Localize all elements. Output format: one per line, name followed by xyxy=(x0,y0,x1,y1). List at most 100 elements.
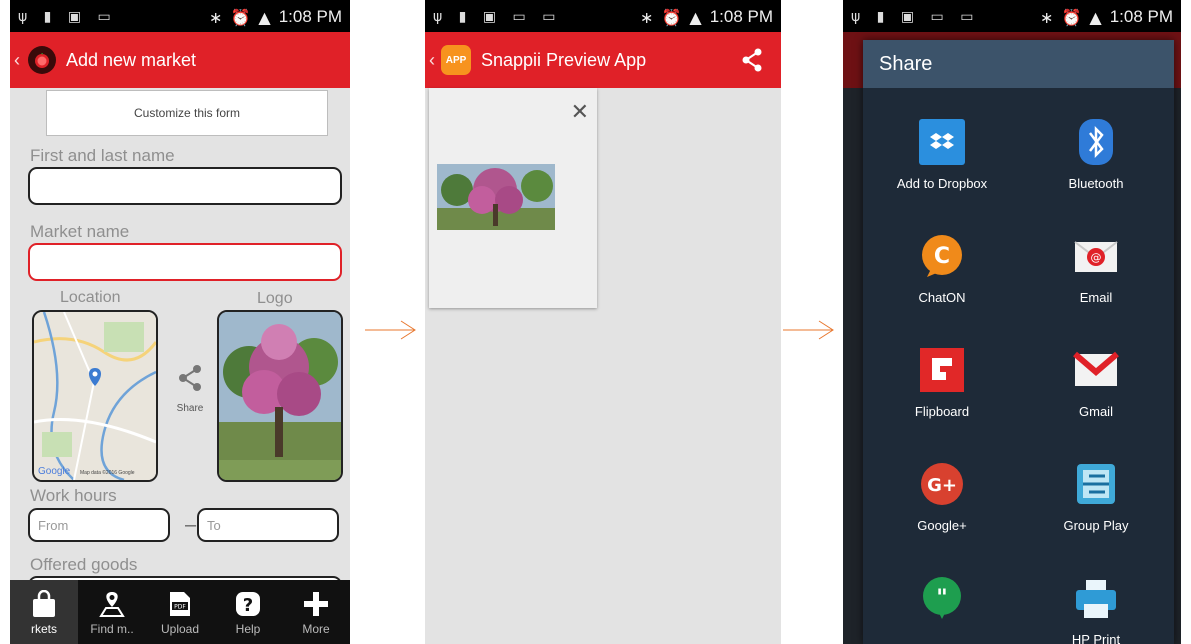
google-plus-icon: G+ xyxy=(918,460,966,508)
google-map-credit: Google xyxy=(38,466,71,477)
close-icon[interactable]: ✕ xyxy=(571,100,589,125)
share-target-bluetooth[interactable]: Bluetooth xyxy=(1021,118,1171,191)
notification-icons: ψ ▮ ▣ ▭ ▭ xyxy=(433,9,562,25)
notification-icons: ψ ▮ ▣ ▭ ▭ xyxy=(851,9,980,25)
share-target-hangouts[interactable]: " xyxy=(867,574,1017,632)
tab-label: Find m.. xyxy=(90,622,134,636)
gmail-icon xyxy=(1072,346,1120,394)
group-play-icon xyxy=(1072,460,1120,508)
screen-title: Add new market xyxy=(66,49,197,70)
preview-app-screen: ψ ▮ ▣ ▭ ▭ ∗ ⏰ ▲ 1:08 PM ‹ APP Snappii Pr… xyxy=(425,0,781,644)
shopping-bag-icon xyxy=(10,586,78,622)
offered-goods-label: Offered goods xyxy=(30,555,138,574)
signal-icon: ▲ xyxy=(1089,7,1102,27)
screen-title: Snappii Preview App xyxy=(481,49,647,70)
status-right: ∗ ⏰ ▲ 1:08 PM xyxy=(1040,7,1173,27)
flow-arrow-icon xyxy=(365,320,416,340)
alarm-icon: ⏰ xyxy=(230,7,251,27)
signal-icon: ▲ xyxy=(689,7,702,27)
share-label: Share xyxy=(176,403,204,414)
share-target-flipboard[interactable]: Flipboard xyxy=(867,346,1017,419)
bottom-tab-bar: rkets Find m.. PDF Upload ? Help More xyxy=(10,580,350,644)
image-preview-card: ✕ xyxy=(429,88,597,308)
notification-icons: ψ ▮ ▣ ▭ xyxy=(18,9,117,25)
location-label: Location xyxy=(60,289,121,306)
share-target-group-play[interactable]: Group Play xyxy=(1021,460,1171,533)
share-target-label: Add to Dropbox xyxy=(896,176,988,191)
svg-text:@: @ xyxy=(1091,251,1102,264)
share-icon xyxy=(179,365,201,391)
svg-text:C: C xyxy=(934,244,950,269)
to-time-input[interactable]: To xyxy=(197,508,339,542)
tab-label: More xyxy=(302,622,330,636)
tab-help[interactable]: ? Help xyxy=(214,580,282,644)
preview-image[interactable] xyxy=(437,164,555,230)
share-target-hp-print[interactable]: HP Print xyxy=(1021,574,1171,644)
tab-upload[interactable]: PDF Upload xyxy=(146,580,214,644)
bluetooth-icon xyxy=(1072,118,1120,166)
share-icon[interactable] xyxy=(741,48,763,77)
share-target-label: Gmail xyxy=(1079,404,1113,419)
share-target-label: ChatON xyxy=(918,290,966,305)
share-dialog-screen: ψ ▮ ▣ ▭ ▭ ∗ ⏰ ▲ 1:08 PM Share Add to Dro… xyxy=(843,0,1181,644)
pdf-icon: PDF xyxy=(146,586,214,622)
map-data-credit: Map data ©2016 Google xyxy=(80,470,135,476)
svg-text:G+: G+ xyxy=(927,475,957,496)
back-chevron-icon[interactable]: ‹ xyxy=(14,50,20,71)
dropbox-icon xyxy=(918,118,966,166)
share-action[interactable]: Share xyxy=(170,364,210,414)
action-bar: ‹ Add new market xyxy=(10,32,350,88)
share-target-label: Email xyxy=(1079,290,1113,305)
action-bar: ‹ APP Snappii Preview App xyxy=(425,32,781,88)
time-separator: – xyxy=(185,514,197,536)
add-market-screen: ψ ▮ ▣ ▭ ∗ ⏰ ▲ 1:08 PM ‹ Add new market C… xyxy=(10,0,350,644)
flow-arrow-icon xyxy=(783,320,834,340)
back-chevron-icon[interactable]: ‹ xyxy=(429,50,435,71)
alarm-icon: ⏰ xyxy=(1061,7,1082,27)
status-bar: ψ ▮ ▣ ▭ ▭ ∗ ⏰ ▲ 1:08 PM xyxy=(425,0,781,32)
email-icon: @ xyxy=(1072,232,1120,280)
status-bar: ψ ▮ ▣ ▭ ▭ ∗ ⏰ ▲ 1:08 PM xyxy=(843,0,1181,32)
plus-icon xyxy=(282,586,350,622)
map-pin-icon xyxy=(78,586,146,622)
work-hours-label: Work hours xyxy=(30,486,117,505)
app-logo-icon[interactable] xyxy=(28,46,56,74)
hangouts-icon: " xyxy=(918,574,966,622)
customize-form-button[interactable]: Customize this form xyxy=(46,90,328,136)
name-input[interactable] xyxy=(28,167,342,205)
from-time-input[interactable]: From xyxy=(28,508,170,542)
share-sheet: Share Add to Dropbox Bluetooth C ChatON … xyxy=(863,40,1174,644)
signal-icon: ▲ xyxy=(258,7,271,27)
tab-more[interactable]: More xyxy=(282,580,350,644)
share-target-label: Group Play xyxy=(1063,518,1129,533)
bluetooth-status-icon: ∗ xyxy=(1040,7,1054,27)
status-right: ∗ ⏰ ▲ 1:08 PM xyxy=(209,7,342,27)
svg-text:?: ? xyxy=(243,595,253,616)
share-target-chaton[interactable]: C ChatON xyxy=(867,232,1017,305)
logo-image[interactable] xyxy=(217,310,343,482)
status-bar: ψ ▮ ▣ ▭ ∗ ⏰ ▲ 1:08 PM xyxy=(10,0,350,32)
bluetooth-status-icon: ∗ xyxy=(640,7,654,27)
tab-label: rkets xyxy=(30,622,57,636)
tab-markets[interactable]: rkets xyxy=(10,580,78,644)
location-map[interactable]: Google Map data ©2016 Google xyxy=(32,310,158,482)
snappii-app-icon[interactable]: APP xyxy=(441,45,471,75)
market-name-input[interactable] xyxy=(28,243,342,281)
svg-text:": " xyxy=(936,586,947,611)
share-target-label: Bluetooth xyxy=(1068,176,1124,191)
share-target-email[interactable]: @ Email xyxy=(1021,232,1171,305)
hp-print-icon xyxy=(1072,574,1120,622)
status-right: ∗ ⏰ ▲ 1:08 PM xyxy=(640,7,773,27)
bluetooth-status-icon: ∗ xyxy=(209,7,223,27)
logo-label: Logo xyxy=(257,290,293,307)
name-label: First and last name xyxy=(30,146,175,165)
share-sheet-title: Share xyxy=(863,40,1174,88)
chaton-icon: C xyxy=(918,232,966,280)
tab-find-markets[interactable]: Find m.. xyxy=(78,580,146,644)
help-icon: ? xyxy=(214,586,282,622)
tab-label: Upload xyxy=(160,622,200,636)
share-target-google-plus[interactable]: G+ Google+ xyxy=(867,460,1017,533)
share-target-dropbox[interactable]: Add to Dropbox xyxy=(867,118,1017,191)
share-target-gmail[interactable]: Gmail xyxy=(1021,346,1171,419)
svg-text:PDF: PDF xyxy=(174,604,186,611)
